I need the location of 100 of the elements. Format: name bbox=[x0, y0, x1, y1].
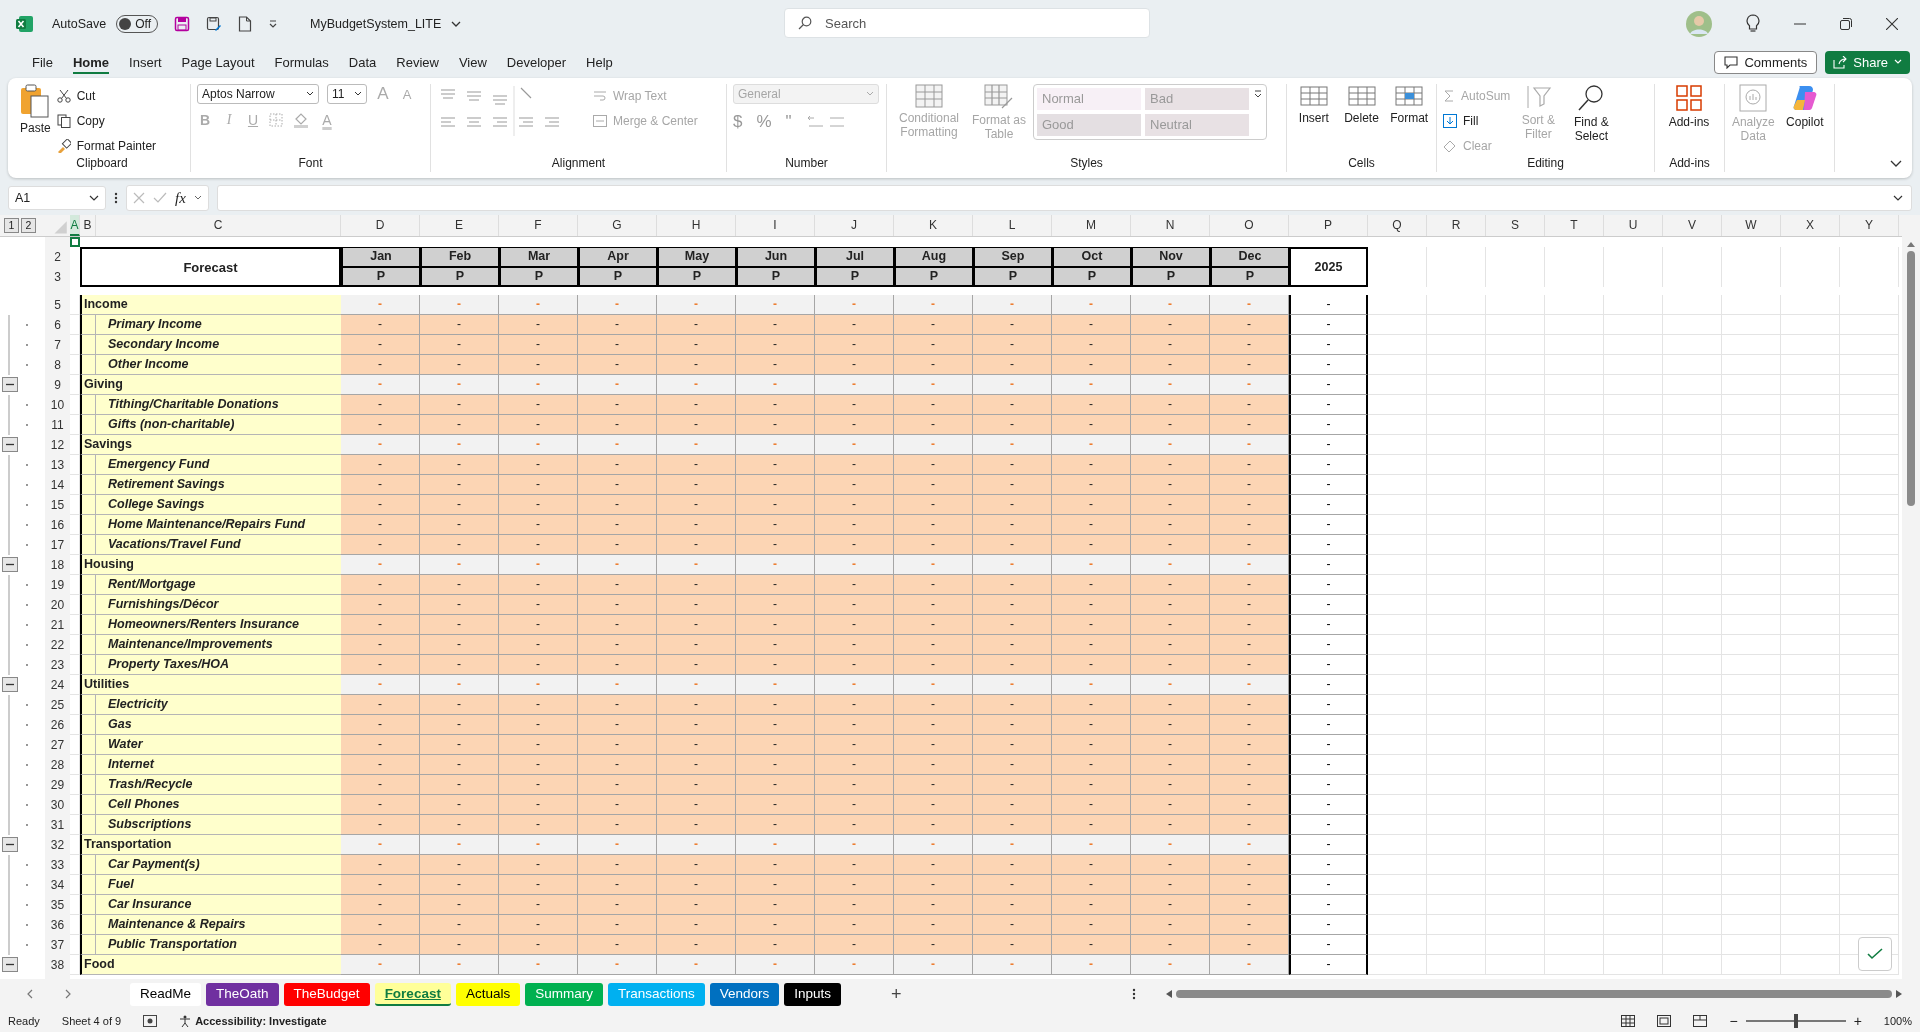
row-header[interactable]: 15 bbox=[45, 495, 70, 515]
column-header[interactable]: G bbox=[578, 215, 657, 236]
row-header[interactable]: 14 bbox=[45, 475, 70, 495]
collapse-ribbon-icon[interactable] bbox=[1890, 160, 1902, 168]
close-icon[interactable] bbox=[1886, 18, 1898, 30]
check-icon[interactable] bbox=[153, 192, 167, 204]
more-options-icon[interactable] bbox=[114, 192, 118, 204]
collapse-icon[interactable] bbox=[2, 377, 18, 392]
fill-color-icon[interactable] bbox=[293, 112, 311, 128]
row-header[interactable]: 33 bbox=[45, 855, 70, 875]
collapse-icon[interactable] bbox=[2, 837, 18, 852]
macro-record-icon[interactable] bbox=[143, 1015, 158, 1027]
column-header[interactable]: D bbox=[341, 215, 420, 236]
name-box[interactable]: A1 bbox=[8, 186, 106, 210]
scroll-up-icon[interactable] bbox=[1907, 241, 1915, 247]
save-as-icon[interactable] bbox=[206, 16, 222, 32]
zoom-thumb[interactable] bbox=[1793, 1014, 1798, 1028]
ribbon-tab[interactable]: Formulas bbox=[264, 50, 339, 74]
cells-button[interactable]: Insert bbox=[1293, 84, 1335, 125]
page-layout-icon[interactable] bbox=[1657, 1015, 1672, 1027]
chevron-down-icon[interactable] bbox=[193, 195, 202, 201]
row-header[interactable]: 37 bbox=[45, 935, 70, 955]
expand-icon[interactable] bbox=[1893, 195, 1903, 201]
row-header[interactable]: 24 bbox=[45, 675, 70, 695]
outline-level-button[interactable]: 2 bbox=[21, 218, 36, 233]
search-field[interactable]: Search bbox=[784, 8, 1150, 38]
row-header[interactable]: 3 bbox=[45, 267, 70, 287]
row-header[interactable]: 12 bbox=[45, 435, 70, 455]
row-header[interactable]: 27 bbox=[45, 735, 70, 755]
column-header[interactable]: A bbox=[70, 215, 80, 236]
row-header[interactable]: 29 bbox=[45, 775, 70, 795]
row-header[interactable]: 8 bbox=[45, 355, 70, 375]
row-header[interactable]: 35 bbox=[45, 895, 70, 915]
format-painter-button[interactable]: Format Painter bbox=[56, 136, 157, 156]
column-header[interactable]: U bbox=[1604, 215, 1663, 236]
cells-button[interactable]: Format bbox=[1388, 84, 1430, 125]
add-ins-button[interactable]: Add-ins bbox=[1661, 84, 1717, 129]
check-button[interactable] bbox=[1858, 937, 1892, 971]
ribbon-tab[interactable]: Review bbox=[386, 50, 449, 74]
normal-view-icon[interactable] bbox=[1621, 1015, 1636, 1027]
ribbon-tab[interactable]: Data bbox=[338, 50, 387, 74]
column-header[interactable]: N bbox=[1131, 215, 1210, 236]
paste-button[interactable]: Paste bbox=[20, 84, 51, 135]
row-header[interactable]: 2 bbox=[45, 247, 70, 267]
column-header[interactable]: M bbox=[1052, 215, 1131, 236]
ribbon-tab[interactable]: View bbox=[448, 50, 497, 74]
collapse-icon[interactable] bbox=[2, 437, 18, 452]
sheet-tab[interactable]: TheOath bbox=[206, 982, 279, 1006]
accessibility-status[interactable]: Accessibility: Investigate bbox=[179, 1015, 327, 1027]
sheet-tab[interactable]: TheBudget bbox=[283, 982, 370, 1006]
next-sheet-icon[interactable] bbox=[64, 989, 72, 999]
row-header[interactable]: 18 bbox=[45, 555, 70, 575]
find-select-button[interactable]: Find & Select bbox=[1566, 84, 1617, 143]
share-button[interactable]: Share bbox=[1825, 50, 1910, 74]
zoom-out-button[interactable]: − bbox=[1729, 1013, 1738, 1029]
row-header[interactable]: 17 bbox=[45, 535, 70, 555]
row-header[interactable]: 25 bbox=[45, 695, 70, 715]
row-header[interactable]: 32 bbox=[45, 835, 70, 855]
column-header[interactable]: Y bbox=[1840, 215, 1899, 236]
column-header[interactable]: W bbox=[1722, 215, 1781, 236]
column-header[interactable]: I bbox=[736, 215, 815, 236]
outline-level-button[interactable]: 1 bbox=[4, 218, 19, 233]
scrollbar-thumb[interactable] bbox=[1176, 990, 1892, 998]
more-styles-icon[interactable] bbox=[1253, 88, 1263, 100]
row-header[interactable]: 28 bbox=[45, 755, 70, 775]
font-size-field[interactable]: 11 bbox=[327, 84, 367, 104]
copy-button[interactable]: Copy bbox=[56, 111, 157, 131]
row-header[interactable]: 16 bbox=[45, 515, 70, 535]
column-header[interactable]: P bbox=[1289, 215, 1368, 236]
zoom-in-button[interactable]: + bbox=[1853, 1013, 1862, 1029]
selected-cell[interactable] bbox=[70, 237, 80, 247]
chevron-down-icon[interactable] bbox=[451, 20, 462, 28]
row-header[interactable]: 19 bbox=[45, 575, 70, 595]
collapse-icon[interactable] bbox=[2, 957, 18, 972]
copilot-button[interactable]: Copilot bbox=[1781, 84, 1828, 129]
scroll-left-icon[interactable] bbox=[1166, 990, 1172, 998]
add-sheet-button[interactable]: + bbox=[891, 983, 902, 1005]
ribbon-tab[interactable]: Developer bbox=[496, 50, 577, 74]
column-header[interactable]: V bbox=[1663, 215, 1722, 236]
ribbon-tab[interactable]: Home bbox=[62, 50, 120, 74]
sheet-tab[interactable]: Vendors bbox=[709, 982, 780, 1006]
new-document-icon[interactable] bbox=[238, 16, 252, 32]
formula-input[interactable] bbox=[216, 185, 1912, 211]
restore-icon[interactable] bbox=[1840, 18, 1852, 30]
row-header[interactable]: 26 bbox=[45, 715, 70, 735]
page-break-icon[interactable] bbox=[1693, 1015, 1708, 1027]
column-header[interactable]: C bbox=[96, 215, 341, 236]
lightbulb-icon[interactable] bbox=[1746, 14, 1760, 34]
row-header[interactable]: 5 bbox=[45, 295, 70, 315]
zoom-level[interactable]: 100% bbox=[1883, 1015, 1912, 1027]
row-header[interactable]: 36 bbox=[45, 915, 70, 935]
column-header[interactable]: S bbox=[1486, 215, 1545, 236]
column-header[interactable]: X bbox=[1781, 215, 1840, 236]
row-header[interactable]: 38 bbox=[45, 955, 70, 975]
scrollbar-thumb[interactable] bbox=[1907, 251, 1915, 506]
cut-button[interactable]: Cut bbox=[56, 86, 157, 106]
collapse-icon[interactable] bbox=[2, 557, 18, 572]
fill-button[interactable]: Fill bbox=[1443, 111, 1511, 131]
row-header[interactable]: 9 bbox=[45, 375, 70, 395]
row-header[interactable]: 23 bbox=[45, 655, 70, 675]
